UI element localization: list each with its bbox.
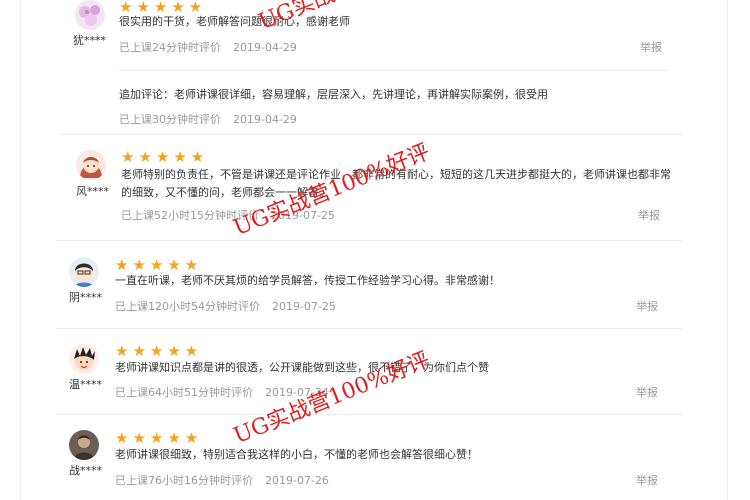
review-text: 老师特别的负责任，不管是讲课还是评论作业，都非常的有耐心，短短的这几天进步都挺大…: [121, 168, 671, 199]
username: 风****: [76, 185, 109, 198]
rating-stars: ★★★★★: [115, 428, 202, 447]
review-meta: 已上课120小时54分钟时评价 2019-07-25: [115, 298, 336, 314]
review-date: 2019-07-24: [265, 386, 329, 399]
username: 犹****: [73, 34, 106, 47]
report-link[interactable]: 举报: [636, 384, 658, 400]
review-text: 很实用的干货，老师解答问题很耐心，感谢老师: [119, 15, 350, 28]
star-rating-icons: ★★★★★: [115, 342, 203, 360]
cartoon-man-avatar-icon: [69, 257, 99, 287]
report-link[interactable]: 举报: [640, 39, 662, 55]
cartoon-kid-avatar-icon: [69, 344, 99, 374]
review-date: 2019-04-29: [233, 41, 297, 54]
report-link[interactable]: 举报: [638, 207, 660, 223]
review-meta: 已上课76小时16分钟时评价 2019-07-26: [115, 472, 329, 488]
study-time: 已上课76小时16分钟时评价: [115, 474, 253, 487]
cartoon-girl-avatar-icon: [76, 150, 106, 180]
rating-stars: ★★★★★: [115, 341, 202, 360]
user-avatar[interactable]: [69, 430, 99, 460]
reviews-panel: [20, 0, 728, 500]
rating-stars: ★★★★★: [121, 147, 208, 166]
study-time: 已上课52小时15分钟时评价: [121, 209, 259, 222]
review-text: 老师讲课很细致，特别适合我这样的小白，不懂的老师也会解答很细心赞！: [115, 448, 478, 461]
review-divider: [56, 240, 682, 241]
review-meta: 已上课52小时15分钟时评价 2019-07-25: [121, 207, 335, 223]
review-divider: [56, 414, 682, 415]
photo-avatar-icon: [69, 430, 99, 460]
review-date: 2019-07-25: [271, 209, 335, 222]
review-date: 2019-07-25: [272, 300, 336, 313]
review-meta: 已上课24分钟时评价 2019-04-29: [119, 39, 297, 55]
followup-meta: 已上课30分钟时评价 2019-04-29: [119, 111, 297, 127]
user-avatar[interactable]: [69, 344, 99, 374]
followup-text: 追加评论：老师讲课很详细，容易理解，层层深入，先讲理论，再讲解实际案例，很受用: [119, 88, 548, 101]
report-link[interactable]: 举报: [636, 298, 658, 314]
followup-divider: [119, 70, 669, 71]
user-avatar[interactable]: [69, 257, 99, 287]
username: 战****: [69, 464, 102, 477]
username: 温****: [69, 378, 102, 391]
report-link[interactable]: 举报: [636, 472, 658, 488]
review-divider: [56, 328, 682, 329]
review-meta: 已上课64小时51分钟时评价 2019-07-24: [115, 384, 329, 400]
username: 阴****: [69, 291, 102, 304]
flower-avatar-icon: [75, 0, 105, 30]
review-date: 2019-04-29: [233, 113, 297, 126]
user-avatar[interactable]: [75, 0, 105, 30]
review-text: 一直在听课，老师不厌其烦的给学员解答，传授工作经验学习心得。非常感谢！: [115, 274, 500, 287]
user-avatar[interactable]: [76, 150, 106, 180]
star-rating-icons: ★★★★★: [121, 148, 209, 166]
study-time: 已上课30分钟时评价: [119, 113, 221, 126]
study-time: 已上课120小时54分钟时评价: [115, 300, 260, 313]
review-date: 2019-07-26: [265, 474, 329, 487]
review-divider: [60, 134, 682, 135]
star-rating-icons: ★★★★★: [115, 429, 203, 447]
study-time: 已上课24分钟时评价: [119, 41, 221, 54]
study-time: 已上课64小时51分钟时评价: [115, 386, 253, 399]
review-text: 老师讲课知识点都是讲的很透，公开课能做到这些，很不错了，为你们点个赞: [115, 361, 489, 374]
